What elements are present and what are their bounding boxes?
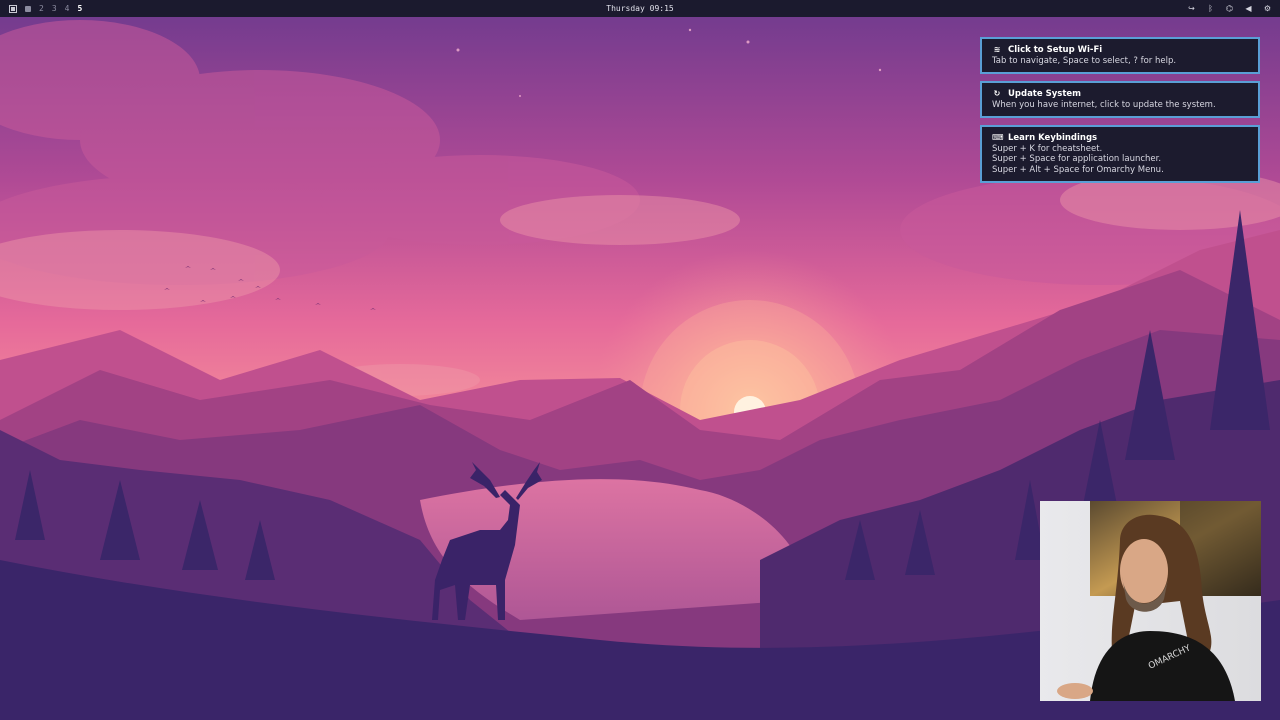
notification-update-system[interactable]: ↻ Update System When you have internet, c…	[980, 81, 1260, 118]
notification-body-line-2: Super + Space for application launcher.	[992, 154, 1162, 164]
notification-keybindings[interactable]: ⌨ Learn Keybindings Super + K for cheatsh…	[980, 125, 1260, 183]
settings-icon[interactable]: ⚙	[1263, 4, 1272, 13]
notification-body: Tab to navigate, Space to select, ? for …	[992, 55, 1177, 66]
workspace-2[interactable]: 2	[39, 4, 44, 13]
top-bar: 2 3 4 5 Thursday 09:15 ↪ ᛒ ⌬ ◀ ⚙	[0, 0, 1280, 17]
notification-body-line-1: Super + K for cheatsheet.	[992, 143, 1103, 154]
workspace-1-indicator[interactable]	[25, 5, 31, 12]
keyboard-icon: ⌨	[992, 133, 1004, 142]
wifi-icon: ≋	[993, 45, 1001, 54]
workspace-switcher: 2 3 4 5	[9, 0, 82, 17]
logout-icon[interactable]: ↪	[1187, 4, 1196, 13]
notification-body-line-3: Super + Alt + Space for Omarchy Menu.	[992, 164, 1164, 175]
refresh-icon: ↻	[993, 89, 1001, 98]
webcam-overlay: OMARCHY	[1040, 501, 1261, 701]
clock[interactable]: Thursday 09:15	[0, 0, 1280, 17]
app-launcher-icon[interactable]	[9, 4, 17, 13]
webcam-person-image: OMARCHY	[1040, 501, 1261, 701]
notification-title: Update System	[1008, 89, 1082, 99]
notification-title: Learn Keybindings	[1008, 133, 1098, 143]
workspace-4[interactable]: 4	[65, 4, 70, 13]
notification-body: When you have internet, click to update …	[992, 99, 1216, 110]
system-tray: ↪ ᛒ ⌬ ◀ ⚙	[1187, 0, 1272, 17]
workspace-5[interactable]: 5	[77, 4, 82, 13]
volume-icon[interactable]: ◀	[1244, 4, 1253, 13]
bluetooth-icon[interactable]: ᛒ	[1206, 4, 1215, 13]
notification-title: Click to Setup Wi-Fi	[1008, 45, 1103, 55]
notification-wifi[interactable]: ≋ Click to Setup Wi-Fi Tab to navigate, S…	[980, 37, 1260, 74]
network-icon[interactable]: ⌬	[1225, 4, 1234, 13]
workspace-3[interactable]: 3	[52, 4, 57, 13]
